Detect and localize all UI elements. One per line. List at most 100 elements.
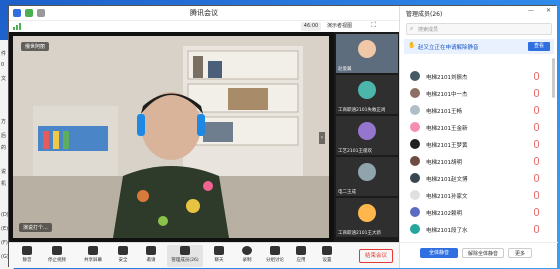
breakout-icon xyxy=(270,246,280,255)
members-icon xyxy=(180,246,190,255)
chevron-right-icon[interactable]: › xyxy=(319,132,325,144)
main-video-name: 俄世阿丽 xyxy=(21,42,50,51)
mic-muted-icon[interactable] xyxy=(534,106,539,114)
avatar xyxy=(410,156,420,166)
thumbnail[interactable]: 电二王成 xyxy=(336,157,398,196)
mute-button[interactable]: 静音 xyxy=(13,245,41,267)
breakout-button[interactable]: 分组讨论 xyxy=(261,245,289,267)
member-row[interactable]: 电梯2101王梦黄 xyxy=(406,136,554,153)
notice-text: 赵又立正在申请解除静音 xyxy=(418,45,479,51)
left-item: (F) xyxy=(1,240,8,246)
meeting-window: 腾讯会议 46:00 演示者视图 ⛶ 俄世阿丽 演说打个... › 赵俊翼 工商… xyxy=(8,5,558,268)
thumbnail-name: 电二王成 xyxy=(338,190,356,195)
settings-button[interactable]: 设置 xyxy=(313,245,341,267)
share-screen-icon xyxy=(88,246,98,255)
left-item: (E) xyxy=(1,226,9,232)
members-panel: 管理成员(26) — ✕ ⌕ 搜索成员 ✋ 赵又立正在申请解除静音 查看 电梯2… xyxy=(399,6,558,268)
manage-members-button[interactable]: 管理成员(26) xyxy=(167,245,203,267)
left-item: 件 xyxy=(1,51,7,57)
avatar xyxy=(410,71,420,81)
invite-icon xyxy=(146,246,156,255)
security-button[interactable]: 安全 xyxy=(109,245,137,267)
avatar xyxy=(410,207,420,217)
thumbnail-name: 工商职涵2101失敢正尚 xyxy=(338,108,386,113)
left-item: 机 xyxy=(1,181,7,187)
more-button[interactable]: 更多 xyxy=(508,248,532,258)
mic-muted-icon[interactable] xyxy=(534,157,539,165)
left-item: 后 xyxy=(1,133,7,139)
speaker-view-button[interactable]: 演示者视图 xyxy=(327,22,363,31)
avatar xyxy=(410,173,420,183)
microphone-icon xyxy=(22,246,32,255)
video-stage: 俄世阿丽 演说打个... › xyxy=(9,32,334,242)
mic-muted-icon[interactable] xyxy=(534,72,539,80)
mic-muted-icon[interactable] xyxy=(534,140,539,148)
speaker-video-frame xyxy=(13,36,329,238)
thumbnail[interactable]: 工商职涵2101失敢正尚 xyxy=(336,75,398,114)
left-item: 方 xyxy=(1,119,7,125)
member-row[interactable]: 电梯2101王畅 xyxy=(406,102,554,119)
search-placeholder: 搜索成员 xyxy=(418,27,439,33)
mute-all-button[interactable]: 全体静音 xyxy=(420,248,458,258)
mic-muted-icon[interactable] xyxy=(534,89,539,97)
mic-muted-icon[interactable] xyxy=(534,225,539,233)
main-video[interactable]: 俄世阿丽 演说打个... › xyxy=(13,36,329,238)
member-row[interactable]: 电梯2102赖明 xyxy=(406,204,554,221)
window-title: 腾讯会议 xyxy=(190,9,218,17)
shield-icon xyxy=(118,246,128,255)
left-item: 说 xyxy=(1,169,7,175)
avatar xyxy=(410,139,420,149)
left-item: 0 xyxy=(1,62,5,68)
apps-button[interactable]: 应用 xyxy=(287,245,315,267)
record-icon xyxy=(242,246,252,255)
gear-icon xyxy=(322,246,332,255)
member-row[interactable]: 电梯2101赵文博 xyxy=(406,170,554,187)
member-row[interactable]: 电梯2101胡明 xyxy=(406,153,554,170)
mic-muted-icon[interactable] xyxy=(534,174,539,182)
meeting-timer: 46:00 xyxy=(301,22,321,31)
apps-icon xyxy=(296,246,306,255)
thumbnail-name: 工艺2101王俊欢 xyxy=(338,149,372,154)
member-row[interactable]: 电梯2101王金新 xyxy=(406,119,554,136)
member-row[interactable]: 电梯2101刘振杰 xyxy=(406,68,554,85)
avatar xyxy=(410,122,420,132)
avatar xyxy=(358,204,376,222)
mic-muted-icon[interactable] xyxy=(534,123,539,131)
member-row[interactable]: 电梯2101中一杰 xyxy=(406,85,554,102)
left-item: 文 xyxy=(1,76,7,82)
left-item: 的 xyxy=(1,145,7,151)
thumbnail-name: 工商职涵2101王大新 xyxy=(338,231,381,236)
avatar xyxy=(358,40,376,58)
share-screen-button[interactable]: 共享屏幕 xyxy=(79,245,107,267)
panel-actions: 全体静音 解除全体静音 更多 xyxy=(400,242,558,268)
thumbnail[interactable]: 赵俊翼 xyxy=(336,34,398,73)
hand-icon: ✋ xyxy=(408,42,416,49)
view-request-button[interactable]: 查看 xyxy=(528,42,550,51)
minimize-icon[interactable]: — xyxy=(528,7,534,14)
close-icon[interactable]: ✕ xyxy=(546,7,551,14)
unmute-request-notice: ✋ 赵又立正在申请解除静音 查看 xyxy=(404,39,554,54)
unmute-all-button[interactable]: 解除全体静音 xyxy=(462,248,504,258)
member-row[interactable]: 电梯2101段了水 xyxy=(406,221,554,238)
mic-muted-icon[interactable] xyxy=(534,191,539,199)
avatar xyxy=(410,224,420,234)
avatar xyxy=(410,88,420,98)
thumbnail[interactable]: 工艺2101王俊欢 xyxy=(336,116,398,155)
chat-button[interactable]: 聊天 xyxy=(205,245,233,267)
search-input[interactable]: ⌕ 搜索成员 xyxy=(406,23,552,35)
chat-icon xyxy=(214,246,224,255)
panel-title: 管理成员(26) xyxy=(406,11,443,18)
main-video-caption: 演说打个... xyxy=(19,223,52,232)
mic-muted-icon[interactable] xyxy=(534,208,539,216)
record-button[interactable]: 录制 xyxy=(233,245,261,267)
search-icon: ⌕ xyxy=(410,25,414,32)
member-row[interactable]: 电梯2101孙家文 xyxy=(406,187,554,204)
avatar xyxy=(358,163,376,181)
thumbnail[interactable]: 工商职涵2101王大新 xyxy=(336,198,398,237)
network-signal-icon xyxy=(13,23,21,30)
thumbnail-name: 赵俊翼 xyxy=(338,67,352,72)
invite-button[interactable]: 邀请 xyxy=(137,245,165,267)
fullscreen-icon[interactable]: ⛶ xyxy=(371,21,376,30)
end-meeting-button[interactable]: 结束会议 xyxy=(359,249,393,263)
stop-video-button[interactable]: 停止视频 xyxy=(43,245,71,267)
